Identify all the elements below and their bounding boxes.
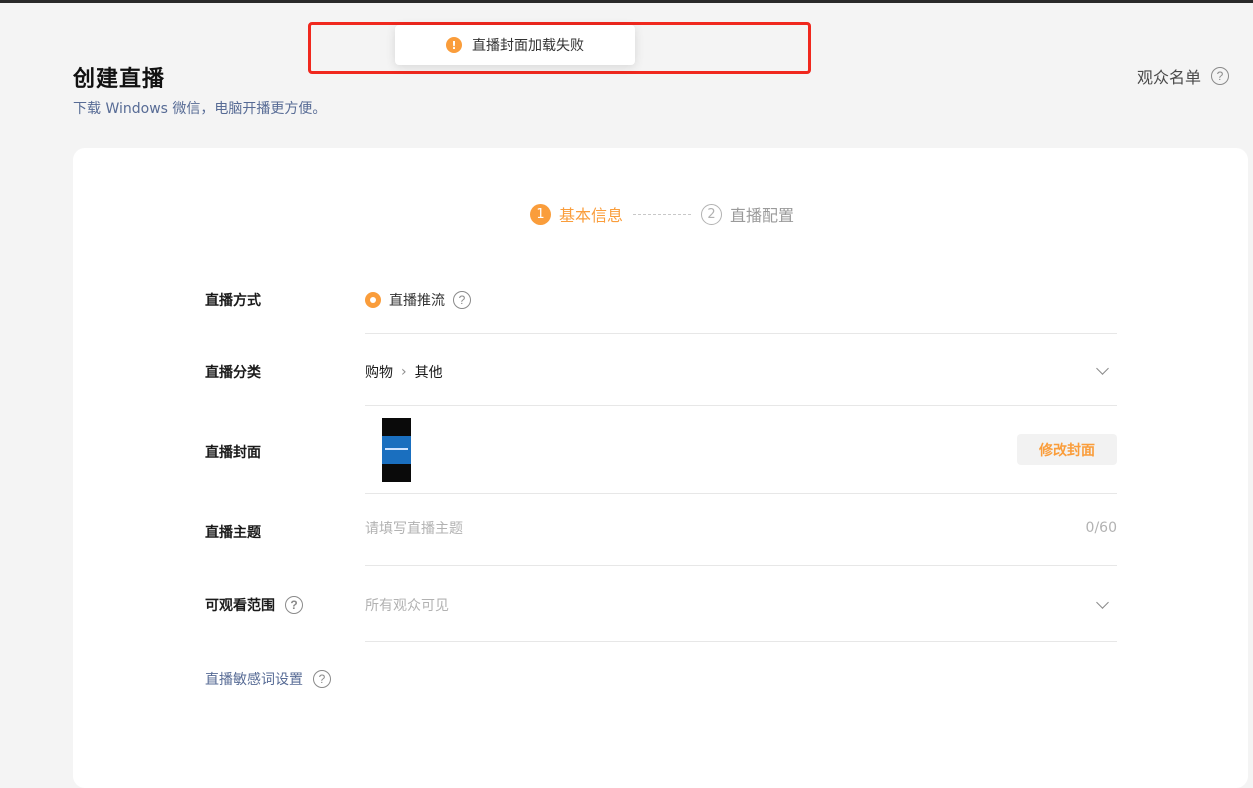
topic-label-text: 直播主题 [205, 525, 261, 541]
radio-selected-icon[interactable] [365, 292, 381, 308]
step-indicator: 1 基本信息 2 直播配置 [530, 202, 794, 226]
category-label: 直播分类 [205, 362, 261, 382]
divider [365, 333, 1117, 334]
cover-thumbnail [382, 418, 411, 482]
audience-list-button[interactable]: 观众名单 ? [1137, 64, 1229, 88]
form-card [73, 148, 1248, 788]
mode-label: 直播方式 [205, 290, 261, 310]
scope-select[interactable]: 所有观众可见 [365, 595, 449, 615]
change-cover-button[interactable]: 修改封面 [1017, 434, 1117, 465]
toast-message: 直播封面加载失败 [472, 38, 584, 54]
warning-icon: ! [446, 37, 462, 53]
scope-label-text: 可观看范围 [205, 598, 275, 614]
sensitive-words-link[interactable]: 直播敏感词设置 ? [205, 669, 331, 689]
step-1-number: 1 [530, 203, 551, 225]
chevron-right-icon: › [401, 364, 407, 380]
sensitive-words-label[interactable]: 直播敏感词设置 [205, 669, 303, 689]
topic-input[interactable] [365, 518, 1065, 540]
category-primary: 购物 [365, 365, 393, 381]
topic-label: 直播主题 [205, 522, 261, 542]
divider [365, 565, 1117, 566]
scope-label: 可观看范围 ? [205, 595, 303, 615]
category-label-text: 直播分类 [205, 365, 261, 381]
page-title: 创建直播 [73, 67, 166, 92]
cover-label-text: 直播封面 [205, 445, 261, 461]
step-2-label: 直播配置 [730, 206, 795, 225]
cover-label: 直播封面 [205, 442, 261, 462]
question-icon[interactable]: ? [1211, 67, 1229, 85]
audience-list-label: 观众名单 [1136, 68, 1201, 87]
step-1-label: 基本信息 [559, 206, 624, 225]
error-toast: ! 直播封面加载失败 [395, 25, 635, 65]
mode-label-text: 直播方式 [205, 293, 261, 309]
mode-radio-stream[interactable]: 直播推流 ? [365, 290, 471, 310]
step-2-number: 2 [701, 203, 723, 225]
category-secondary: 其他 [414, 365, 443, 381]
download-windows-wechat-link[interactable]: 下载 Windows 微信，电脑开播更方便。 [73, 98, 326, 118]
question-icon[interactable]: ? [453, 291, 471, 309]
divider [365, 641, 1117, 642]
category-select[interactable]: 购物 › 其他 [365, 362, 443, 382]
window-top-bar [0, 0, 1253, 3]
mode-option-label: 直播推流 [389, 293, 445, 309]
divider [365, 405, 1117, 406]
divider [365, 493, 1117, 494]
question-icon[interactable]: ? [313, 670, 331, 688]
question-icon[interactable]: ? [285, 596, 303, 614]
topic-char-counter: 0/60 [1085, 520, 1117, 536]
step-connector [633, 213, 692, 215]
